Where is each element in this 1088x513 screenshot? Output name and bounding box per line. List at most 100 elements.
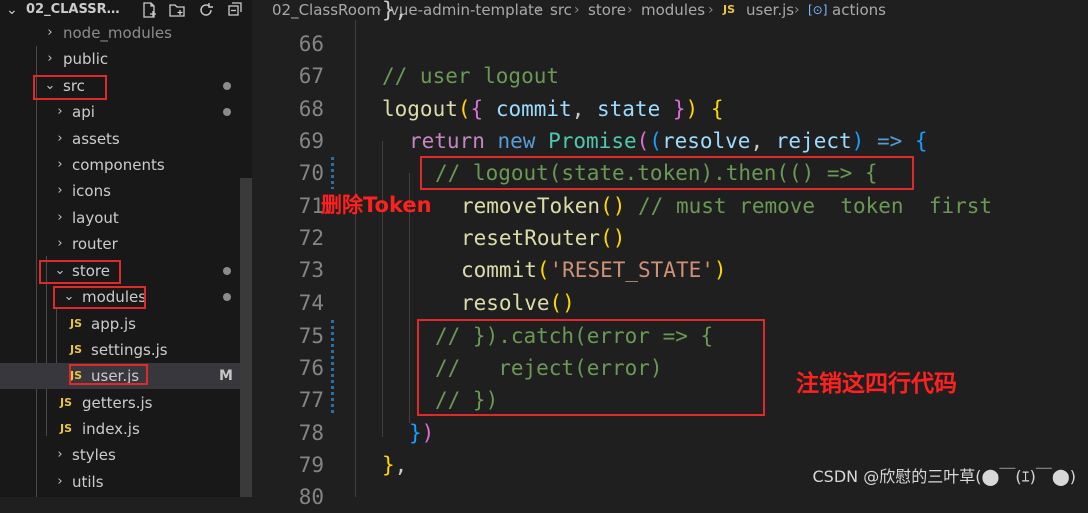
code-text: resetRouter() bbox=[461, 226, 626, 250]
line-number: 69 bbox=[298, 129, 324, 153]
code-line: 69 return new Promise((resolve, reject) … bbox=[252, 125, 1088, 157]
project-name[interactable]: 02_CLASSROO... bbox=[26, 0, 128, 20]
annotation-box-modules bbox=[53, 286, 146, 309]
annotation-box-src bbox=[33, 75, 107, 100]
modified-dot bbox=[223, 108, 231, 116]
chevron-right-icon: › bbox=[57, 447, 63, 462]
annotation-delete-token: 删除Token bbox=[321, 193, 432, 217]
tree-item-styles[interactable]: › styles bbox=[0, 442, 252, 468]
tree-item-public[interactable]: › public bbox=[0, 46, 252, 72]
tree-item-store[interactable]: ⌄ store bbox=[0, 258, 252, 284]
line-number: 76 bbox=[298, 356, 324, 380]
tree-item-getters-js[interactable]: JS getters.js bbox=[0, 390, 252, 416]
code-editor[interactable]: }, 66 67 // user logout 68 logout({ comm… bbox=[252, 0, 1088, 509]
chevron-right-icon: › bbox=[57, 131, 63, 146]
tree-label: public bbox=[63, 50, 109, 68]
tree-item-assets[interactable]: › assets bbox=[0, 126, 252, 152]
line-number: 74 bbox=[298, 291, 324, 315]
tree-label: layout bbox=[72, 209, 119, 227]
new-file-icon[interactable] bbox=[140, 1, 158, 19]
annotation-box-user-js bbox=[69, 364, 148, 385]
code-line: 74 resolve() bbox=[252, 287, 1088, 319]
tree-item-api[interactable]: › api bbox=[0, 99, 252, 125]
tree-label: assets bbox=[72, 130, 120, 148]
annotation-box-store bbox=[39, 260, 121, 284]
line-number: 75 bbox=[298, 324, 324, 348]
code-text: }, bbox=[382, 0, 408, 22]
line-number: 67 bbox=[298, 64, 324, 88]
explorer-scrollbar[interactable] bbox=[240, 178, 252, 497]
tree-label: router bbox=[72, 235, 118, 253]
code-text: }) bbox=[409, 421, 435, 445]
chevron-right-icon: › bbox=[57, 183, 63, 198]
tree-label: components bbox=[72, 156, 165, 174]
code-line: 67 // user logout bbox=[252, 60, 1088, 92]
tree-label: icons bbox=[72, 182, 111, 200]
code-text: }, bbox=[382, 453, 408, 477]
code-text: // user logout bbox=[382, 64, 560, 88]
tree-item-index-js[interactable]: JS index.js bbox=[0, 416, 252, 442]
watermark: CSDN @欣慰的三叶草(⬤￣(ｴ)￣⬤) bbox=[812, 467, 1077, 486]
line-number: 77 bbox=[298, 388, 324, 412]
tree-label: utils bbox=[72, 473, 104, 491]
line-number: 78 bbox=[298, 421, 324, 445]
line-number: 80 bbox=[298, 485, 324, 509]
tree-item-node-modules[interactable]: › node_modules bbox=[0, 20, 252, 46]
collapse-all-icon[interactable] bbox=[226, 1, 244, 19]
code-line: 78 }) bbox=[252, 417, 1088, 449]
tree-label: styles bbox=[72, 446, 116, 464]
tree-item-router[interactable]: › router bbox=[0, 231, 252, 257]
code-line: 68 logout({ commit, state }) { bbox=[252, 93, 1088, 125]
tree-item-components[interactable]: › components bbox=[0, 152, 252, 178]
tree-item-app-js[interactable]: JS app.js bbox=[0, 311, 252, 337]
explorer-header: ⌄ 02_CLASSROO... bbox=[0, 0, 252, 20]
js-file-icon: JS bbox=[60, 422, 73, 435]
annotation-box-lines-75-77 bbox=[417, 319, 765, 416]
line-number: 71 bbox=[298, 194, 324, 218]
code-text: commit('RESET_STATE') bbox=[461, 258, 727, 282]
code-line: }, bbox=[252, 0, 1088, 26]
tree-label: settings.js bbox=[91, 341, 168, 359]
chevron-down-icon[interactable]: ⌄ bbox=[6, 0, 18, 20]
modified-dot bbox=[223, 82, 231, 90]
code-line: 73 commit('RESET_STATE') bbox=[252, 254, 1088, 286]
line-number: 66 bbox=[298, 32, 324, 56]
code-line: 66 bbox=[252, 28, 1088, 60]
line-number: 79 bbox=[298, 453, 324, 477]
chevron-right-icon: › bbox=[47, 25, 53, 40]
code-text: logout({ commit, state }) { bbox=[382, 97, 724, 121]
modified-dot bbox=[223, 293, 231, 301]
js-file-icon: JS bbox=[60, 396, 73, 409]
code-line: 72 resetRouter() bbox=[252, 222, 1088, 254]
chevron-right-icon: › bbox=[57, 210, 63, 225]
explorer-panel: ⌄ 02_CLASSROO... › node_modules › public… bbox=[0, 0, 252, 497]
tree-label: app.js bbox=[91, 315, 136, 333]
annotation-box-line-70 bbox=[420, 156, 914, 190]
tree-item-icons[interactable]: › icons bbox=[0, 178, 252, 204]
code-text: return new Promise((resolve, reject) => … bbox=[409, 129, 928, 153]
modified-badge: M bbox=[219, 368, 233, 384]
annotation-comment-four-lines: 注销这四行代码 bbox=[796, 371, 957, 397]
chevron-right-icon: › bbox=[57, 157, 63, 172]
chevron-right-icon: › bbox=[57, 236, 63, 251]
modified-dot bbox=[223, 267, 231, 275]
line-number: 73 bbox=[298, 258, 324, 282]
tree-label: getters.js bbox=[82, 394, 153, 412]
new-folder-icon[interactable] bbox=[168, 1, 186, 19]
line-number: 70 bbox=[298, 161, 324, 185]
line-number: 72 bbox=[298, 226, 324, 250]
chevron-right-icon: › bbox=[47, 51, 53, 66]
chevron-right-icon: › bbox=[57, 474, 63, 489]
line-number: 68 bbox=[298, 97, 324, 121]
tree-label: index.js bbox=[82, 420, 140, 438]
refresh-icon[interactable] bbox=[197, 1, 215, 19]
tree-item-utils[interactable]: › utils bbox=[0, 469, 252, 495]
code-text: resolve() bbox=[461, 291, 575, 315]
tree-label: api bbox=[72, 103, 95, 121]
tree-item-layout[interactable]: › layout bbox=[0, 205, 252, 231]
js-file-icon: JS bbox=[70, 343, 83, 356]
tree-item-settings-js[interactable]: JS settings.js bbox=[0, 337, 252, 363]
code-text: removeToken() // must remove token first bbox=[461, 194, 993, 218]
tree-label: node_modules bbox=[63, 24, 172, 42]
chevron-right-icon: › bbox=[57, 104, 63, 119]
